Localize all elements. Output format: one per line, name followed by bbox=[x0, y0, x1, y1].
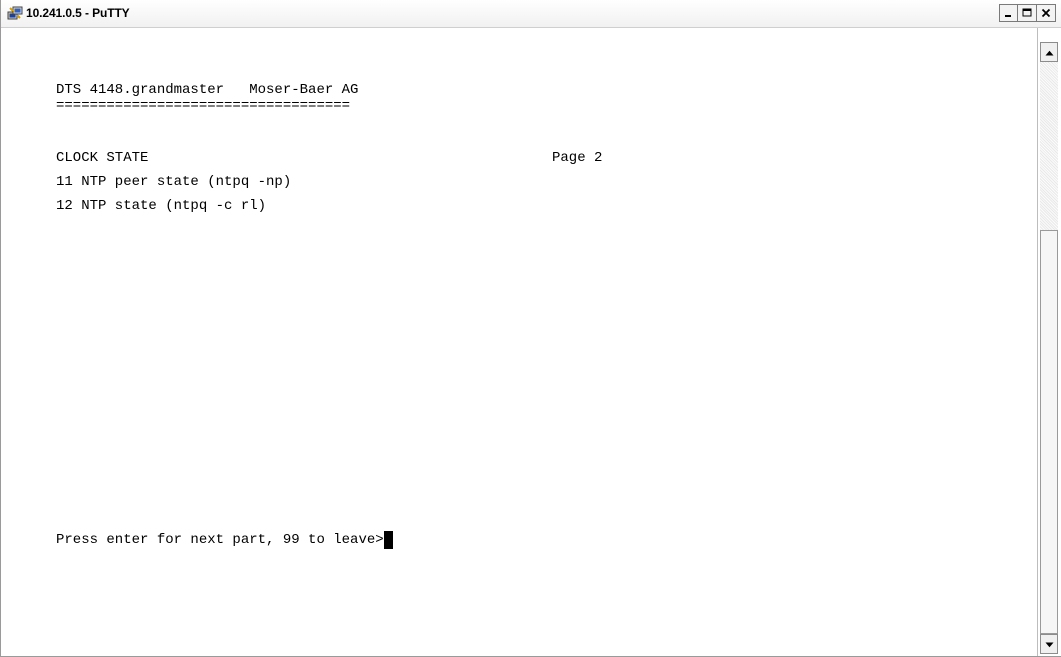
maximize-icon bbox=[1022, 8, 1032, 18]
window-title: 10.241.0.5 - PuTTY bbox=[26, 6, 130, 20]
scroll-down-button[interactable] bbox=[1040, 634, 1058, 654]
scroll-up-button[interactable] bbox=[1040, 42, 1058, 62]
window-controls bbox=[999, 4, 1056, 22]
scrollbar-track[interactable] bbox=[1040, 62, 1058, 634]
close-button[interactable] bbox=[1037, 4, 1056, 22]
scroll-up-arrow-icon bbox=[1045, 43, 1054, 61]
title-bar[interactable]: 10.241.0.5 - PuTTY bbox=[1, 0, 1061, 28]
section-title: CLOCK STATE bbox=[56, 150, 149, 166]
menu-item-11: 11 NTP peer state (ntpq -np) bbox=[56, 174, 292, 190]
terminal-separator: =================================== bbox=[56, 98, 351, 114]
vertical-scrollbar[interactable] bbox=[1037, 28, 1061, 656]
putty-window: 10.241.0.5 - PuTTY DTS 4148.grandmaster … bbox=[0, 0, 1061, 657]
minimize-icon bbox=[1004, 9, 1013, 18]
page-label: Page 2 bbox=[552, 150, 603, 166]
terminal-area[interactable]: DTS 4148.grandmaster Moser-Baer AG =====… bbox=[1, 28, 1037, 656]
scrollbar-thumb[interactable] bbox=[1040, 230, 1058, 634]
minimize-button[interactable] bbox=[999, 4, 1018, 22]
scrollbar-track-upper[interactable] bbox=[1040, 62, 1058, 230]
input-prompt-line[interactable]: Press enter for next part, 99 to leave> bbox=[56, 531, 393, 549]
menu-item-12: 12 NTP state (ntpq -c rl) bbox=[56, 198, 267, 214]
close-icon bbox=[1041, 8, 1051, 18]
scroll-down-arrow-icon bbox=[1045, 635, 1054, 653]
putty-app-icon[interactable] bbox=[7, 5, 23, 21]
prompt-text: Press enter for next part, 99 to leave> bbox=[56, 532, 384, 548]
text-cursor bbox=[383, 531, 393, 549]
maximize-button[interactable] bbox=[1018, 4, 1037, 22]
